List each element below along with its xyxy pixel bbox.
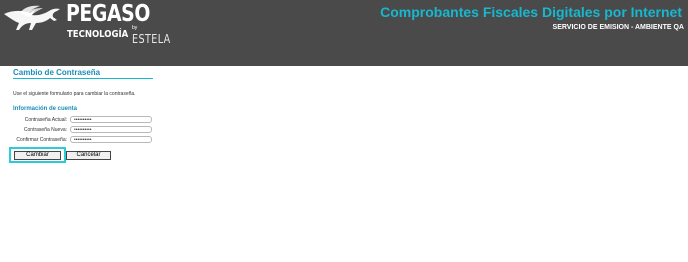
logo-subtitle: TECNOLOGÍA	[67, 29, 129, 40]
pegasus-horse-icon	[4, 5, 60, 30]
confirm-password-row: Confirmar Contraseña:	[0, 136, 160, 145]
environment-label: SERVICIO DE EMISION - AMBIENTE QA	[552, 24, 684, 31]
confirm-password-field[interactable]	[70, 136, 152, 143]
current-password-row: Contraseña Actual:	[0, 116, 160, 125]
confirm-password-label: Confirmar Contraseña:	[16, 137, 67, 143]
logo-name: PEGASO	[66, 1, 150, 27]
new-password-field[interactable]	[70, 126, 152, 133]
current-password-field[interactable]	[70, 116, 152, 123]
cancel-button[interactable]: Cancelar	[66, 151, 111, 160]
new-password-label: Contraseña Nueva:	[23, 127, 67, 133]
header: PEGASO TECNOLOGÍA by ESTELA Comprobantes…	[0, 0, 688, 66]
pegaso-logo[interactable]: PEGASO TECNOLOGÍA by ESTELA	[0, 0, 170, 66]
page-title: Cambio de Contraseña	[13, 68, 153, 79]
app-title: Comprobantes Fiscales Digitales por Inte…	[380, 4, 682, 20]
logo-partner: ESTELA	[132, 32, 171, 46]
account-info-heading: Información de cuenta	[13, 106, 78, 112]
logo-by: by	[132, 25, 138, 31]
instructions-text: Use el siguiente formulario para cambiar…	[13, 91, 136, 97]
page: PEGASO TECNOLOGÍA by ESTELA Comprobantes…	[0, 0, 688, 262]
new-password-row: Contraseña Nueva:	[0, 126, 160, 135]
change-password-button[interactable]: Cambiar	[14, 151, 61, 160]
current-password-label: Contraseña Actual:	[24, 117, 67, 123]
